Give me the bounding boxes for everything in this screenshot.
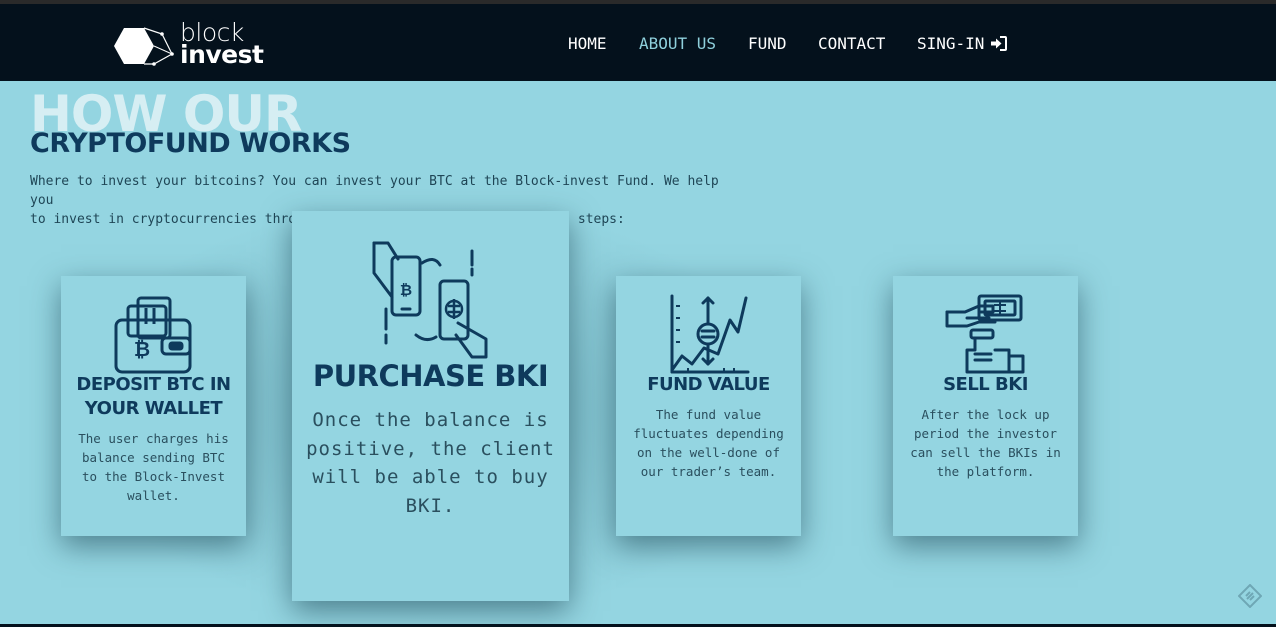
step-text: Once the balance is positive, the client… [306,409,555,517]
step-title: SELL BKI [943,374,1028,395]
wallet-bitcoin-icon: ₿ [114,296,192,374]
section-heading: CRYPTOFUND WORKS [30,128,351,159]
step-text: The user charges his balance sending BTC… [78,431,229,503]
step-text: The fund value fluctuates depending on t… [633,407,784,479]
chart-growth-icon [670,294,750,374]
step-card-deposit[interactable]: ₿ DEPOSIT BTC IN YOUR WALLET The user ch… [61,276,246,536]
step-text: After the lock up period the investor ca… [910,407,1061,479]
phone-exchange-icon: ₿ [372,241,488,359]
step-title: PURCHASE BKI [312,359,549,393]
svg-text:₿: ₿ [400,281,412,299]
step-card-purchase[interactable]: ₿ PURCHASE BKI Once the balance is posit… [292,211,569,601]
step-card-fund-value[interactable]: FUND VALUE The fund value fluctuates dep… [616,276,801,536]
widget-badge-icon[interactable] [1238,584,1262,608]
step-title: DEPOSIT BTC IN YOUR WALLET [76,374,231,419]
nav-sign-in-label: SING-IN [917,34,985,53]
step-card-sell[interactable]: SELL BKI After the lock up period the in… [893,276,1078,536]
main-nav: HOME ABOUT US FUND CONTACT SING-IN [568,34,1276,54]
nav-contact[interactable]: CONTACT [818,34,885,54]
nav-fund[interactable]: FUND [748,34,787,54]
brand-logo[interactable]: block invest [112,18,272,70]
nav-about-us[interactable]: ABOUT US [639,34,716,54]
nav-sign-in[interactable]: SING-IN [917,34,1008,54]
nav-home[interactable]: HOME [568,34,607,54]
hexagon-logo-icon [114,27,174,66]
brand-name-line2: invest [180,40,264,69]
step-title: FUND VALUE [647,374,770,395]
sign-in-icon [991,36,1008,51]
page: block invest HOME ABOUT US FUND CONTACT … [0,0,1276,627]
intro-line-1: Where to invest your bitcoins? You can i… [30,174,719,208]
navbar: block invest HOME ABOUT US FUND CONTACT … [0,4,1276,81]
sell-cash-icon [945,294,1025,374]
svg-text:₿: ₿ [134,337,150,361]
